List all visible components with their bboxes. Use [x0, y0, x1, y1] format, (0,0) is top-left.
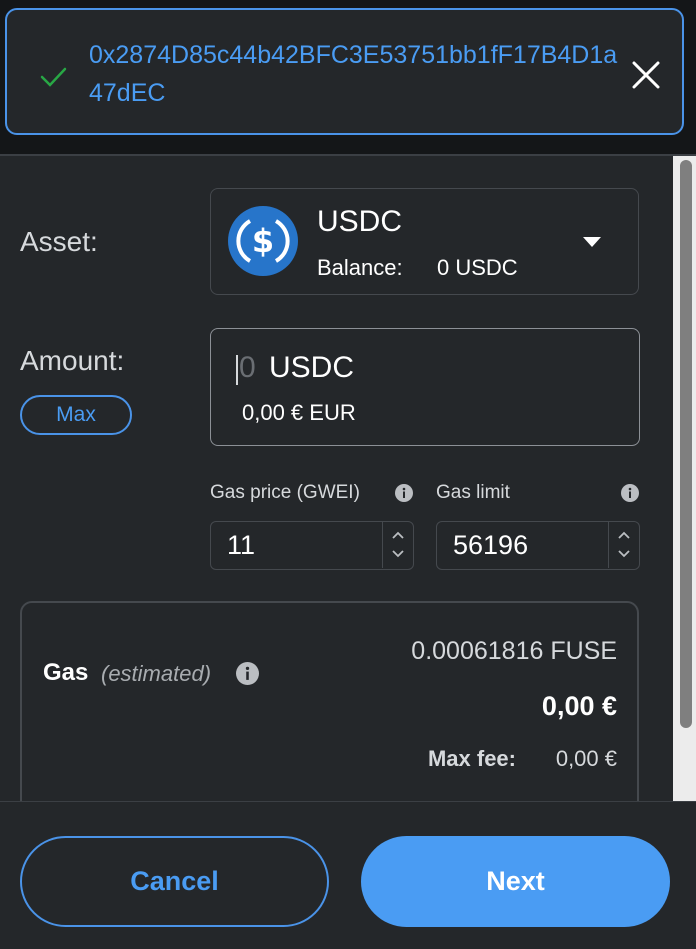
chevron-up-icon[interactable]: [391, 530, 405, 540]
amount-input[interactable]: 0: [239, 351, 256, 385]
gas-fiat-amount: 0,00 €: [541, 691, 617, 721]
asset-label: Asset:: [20, 226, 98, 257]
close-icon[interactable]: [629, 58, 663, 92]
chevron-down-icon[interactable]: [617, 549, 631, 559]
caret-down-icon: [583, 237, 601, 247]
gas-price-arrows[interactable]: [382, 522, 413, 568]
recipient-card: 0x2874D85c44b42BFC3E53751bb1fF17B4D1a47d…: [5, 8, 684, 135]
gas-price-info-icon[interactable]: [395, 484, 413, 502]
gas-limit-input[interactable]: 56196: [453, 530, 528, 561]
gas-price-label: Gas price (GWEI): [210, 482, 360, 503]
next-button[interactable]: Next: [361, 836, 670, 927]
usd-coin-icon: $: [228, 206, 298, 276]
gas-limit-arrows[interactable]: [608, 522, 639, 568]
gas-native-amount: 0.00061816 FUSE: [411, 637, 617, 665]
gas-price-stepper[interactable]: 11: [210, 521, 414, 570]
scrollbar-thumb[interactable]: [680, 160, 692, 728]
amount-fiat-value: 0,00 € EUR: [242, 400, 356, 425]
max-fee-label: Max fee:: [427, 746, 516, 771]
gas-info-icon[interactable]: [236, 662, 259, 685]
gas-limit-stepper[interactable]: 56196: [436, 521, 640, 570]
max-fee-value: 0,00 €: [555, 746, 617, 771]
asset-selector[interactable]: $ USDC Balance: 0 USDC: [210, 188, 639, 295]
asset-name: USDC: [317, 205, 403, 238]
chevron-up-icon[interactable]: [617, 530, 631, 540]
header-divider: [0, 154, 696, 156]
amount-unit: USDC: [269, 351, 355, 384]
gas-price-input[interactable]: 11: [227, 530, 255, 561]
chevron-down-icon[interactable]: [391, 549, 405, 559]
balance-label: Balance:: [317, 255, 403, 280]
amount-label: Amount:: [20, 345, 125, 376]
text-cursor: [236, 355, 238, 385]
max-button[interactable]: Max: [20, 395, 132, 435]
gas-title: Gas: [43, 659, 89, 686]
gas-limit-label: Gas limit: [436, 482, 510, 503]
recipient-header: 0x2874D85c44b42BFC3E53751bb1fF17B4D1a47d…: [0, 0, 696, 155]
balance-value: 0 USDC: [437, 255, 518, 280]
check-icon: [40, 67, 67, 87]
gas-limit-info-icon[interactable]: [621, 484, 639, 502]
amount-input-box[interactable]: 0 USDC 0,00 € EUR: [210, 328, 640, 446]
recipient-address: 0x2874D85c44b42BFC3E53751bb1fF17B4D1a47d…: [89, 41, 618, 107]
cancel-button[interactable]: Cancel: [20, 836, 329, 927]
footer: Cancel Next: [0, 801, 696, 949]
gas-estimated-label: (estimated): [101, 661, 212, 686]
svg-text:$: $: [252, 222, 274, 260]
